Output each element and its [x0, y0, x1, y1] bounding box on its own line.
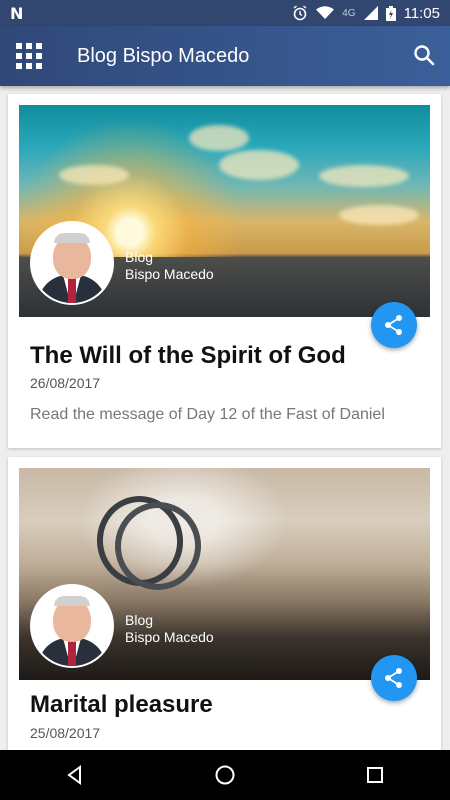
- cell-signal-icon: [363, 6, 378, 20]
- network-type: 4G: [342, 7, 356, 19]
- recents-square-icon: [367, 767, 383, 783]
- grid-menu-icon[interactable]: [16, 43, 42, 69]
- author-name: Blog Bispo Macedo: [125, 249, 214, 282]
- share-icon: [385, 668, 402, 688]
- post-title[interactable]: The Will of the Spirit of God: [30, 342, 346, 370]
- clock: 11:05: [403, 4, 440, 22]
- battery-icon: [385, 5, 396, 21]
- system-nav-bar: [0, 750, 450, 800]
- notification-n-icon: N: [10, 3, 24, 23]
- author-avatar: [30, 584, 114, 668]
- post-date: 25/08/2017: [30, 725, 101, 741]
- wifi-icon: [316, 6, 335, 19]
- post-feed: Blog Bispo Macedo The Will of the Spirit…: [0, 86, 450, 750]
- share-button[interactable]: [371, 655, 417, 701]
- post-card[interactable]: Blog Bispo Macedo The Will of the Spirit…: [8, 94, 441, 448]
- home-circle-icon: [215, 765, 235, 785]
- back-button[interactable]: [55, 755, 95, 795]
- app-title: Blog Bispo Macedo: [77, 45, 250, 67]
- home-button[interactable]: [205, 755, 245, 795]
- author-name: Blog Bispo Macedo: [125, 612, 214, 645]
- post-image[interactable]: Blog Bispo Macedo: [19, 468, 430, 680]
- post-card[interactable]: Blog Bispo Macedo Marital pleasure 25/08…: [8, 457, 441, 750]
- post-title[interactable]: Marital pleasure: [30, 691, 213, 719]
- back-triangle-icon: [67, 765, 81, 785]
- status-bar: N 4G 11:05: [0, 0, 450, 26]
- post-description: Read the message of Day 12 of the Fast o…: [30, 406, 385, 423]
- recents-button[interactable]: [355, 755, 395, 795]
- alarm-icon: [293, 5, 307, 21]
- search-icon[interactable]: [412, 43, 436, 67]
- post-image[interactable]: Blog Bispo Macedo: [19, 105, 430, 317]
- app-bar: Blog Bispo Macedo: [0, 26, 450, 86]
- share-button[interactable]: [371, 302, 417, 348]
- post-date: 26/08/2017: [30, 375, 101, 391]
- share-icon: [385, 315, 402, 335]
- author-avatar: [30, 221, 114, 305]
